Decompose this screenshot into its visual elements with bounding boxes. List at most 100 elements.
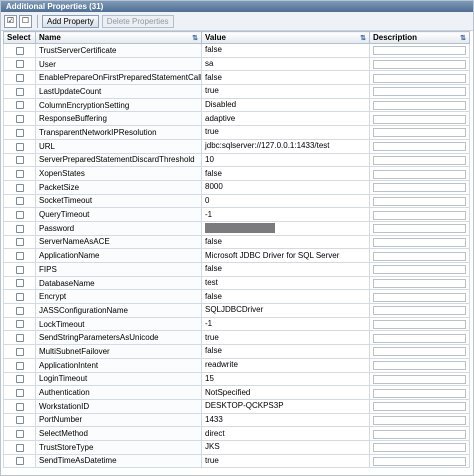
row-select-checkbox[interactable] [15,142,24,151]
property-name[interactable]: URL [35,138,202,154]
property-value[interactable]: false [205,264,366,274]
description-input[interactable] [373,224,466,234]
property-value[interactable]: 15 [205,374,366,384]
row-select-checkbox[interactable] [15,375,24,384]
property-name[interactable]: ApplicationIntent [35,357,202,373]
description-input[interactable] [373,333,466,343]
description-input[interactable] [373,169,466,179]
property-value[interactable]: false [205,346,366,356]
property-name[interactable]: ColumnEncryptionSetting [35,97,202,113]
row-select-checkbox[interactable] [15,347,24,356]
property-value[interactable]: jdbc:sqlserver://127.0.0.1:1433/test [205,141,366,151]
property-name[interactable]: PortNumber [35,412,202,428]
property-name[interactable]: SocketTimeout [35,193,202,209]
row-select-checkbox[interactable] [15,115,24,124]
property-value[interactable]: Disabled [205,100,366,110]
property-value[interactable]: -1 [205,319,366,329]
row-select-checkbox[interactable] [15,238,24,247]
row-select-checkbox[interactable] [15,60,24,69]
property-name[interactable]: WorkstationID [35,398,202,414]
property-name[interactable]: ServerPreparedStatementDiscardThreshold [35,152,202,168]
description-input[interactable] [373,155,466,165]
description-input[interactable] [373,128,466,138]
property-name[interactable]: LockTimeout [35,316,202,332]
property-name[interactable]: TrustStoreType [35,439,202,455]
property-value[interactable]: true [205,127,366,137]
property-name[interactable]: Password [35,220,202,236]
property-name[interactable]: Authentication [35,385,202,400]
description-input[interactable] [373,87,466,97]
description-input[interactable] [373,388,466,398]
property-value[interactable]: false [205,45,366,55]
row-select-checkbox[interactable] [15,156,24,165]
property-name[interactable]: SelectMethod [35,426,202,441]
column-header-name[interactable]: Name ⇅ [35,31,202,44]
row-select-checkbox[interactable] [15,457,24,466]
add-property-button[interactable]: Add Property [42,14,99,28]
deselect-all-icon[interactable]: ☐ [19,14,32,28]
row-select-checkbox[interactable] [15,197,24,206]
row-select-checkbox[interactable] [15,334,24,343]
row-select-checkbox[interactable] [15,169,24,178]
row-select-checkbox[interactable] [15,429,24,438]
row-select-checkbox[interactable] [15,87,24,96]
property-value[interactable]: readwrite [205,360,366,370]
description-input[interactable] [373,320,466,330]
property-name[interactable]: PacketSize [35,179,202,195]
description-input[interactable] [373,347,466,357]
property-name[interactable]: JASSConfigurationName [35,303,202,318]
description-input[interactable] [373,429,466,439]
description-input[interactable] [373,251,466,261]
delete-properties-button[interactable]: Delete Properties [101,14,174,28]
description-input[interactable] [373,306,466,316]
row-select-checkbox[interactable] [15,224,24,233]
property-value[interactable]: true [205,333,366,343]
description-input[interactable] [373,443,466,453]
property-value[interactable]: direct [205,429,366,439]
property-value[interactable]: -1 [205,210,366,220]
property-value[interactable]: sa [205,59,366,69]
row-select-checkbox[interactable] [15,361,24,370]
row-select-checkbox[interactable] [15,74,24,83]
property-value[interactable]: 10 [205,155,366,165]
property-value[interactable]: true [205,86,366,96]
property-name[interactable]: TransparentNetworkIPResolution [35,125,202,140]
property-value[interactable]: test [205,278,366,288]
property-value[interactable]: NotSpecified [205,388,366,398]
description-input[interactable] [373,402,466,412]
row-select-checkbox[interactable] [15,279,24,288]
row-select-checkbox[interactable] [15,388,24,397]
property-value[interactable]: JKS [205,442,366,452]
property-name[interactable]: User [35,56,202,72]
property-name[interactable]: ResponseBuffering [35,111,202,127]
property-name[interactable]: FIPS [35,262,202,277]
row-select-checkbox[interactable] [15,252,24,261]
property-value[interactable]: adaptive [205,114,366,124]
property-value[interactable]: SQLJDBCDriver [205,305,366,315]
row-select-checkbox[interactable] [15,128,24,137]
row-select-checkbox[interactable] [15,293,24,302]
row-select-checkbox[interactable] [15,402,24,411]
description-input[interactable] [373,265,466,275]
row-select-checkbox[interactable] [15,306,24,315]
description-input[interactable] [373,237,466,247]
description-input[interactable] [373,142,466,152]
description-input[interactable] [373,361,466,371]
property-value[interactable]: 1433 [205,415,366,425]
row-select-checkbox[interactable] [15,320,24,329]
row-select-checkbox[interactable] [15,416,24,425]
property-name[interactable]: EnablePrepareOnFirstPreparedStatementCal… [35,70,202,86]
description-input[interactable] [373,183,466,193]
property-name[interactable]: QueryTimeout [35,207,202,222]
property-value[interactable]: 0 [205,196,366,206]
row-select-checkbox[interactable] [15,265,24,274]
property-value[interactable]: false [205,292,366,302]
description-input[interactable] [373,46,466,56]
property-value[interactable]: false [205,73,366,83]
property-value[interactable]: 8000 [205,182,366,192]
property-value[interactable]: true [205,456,366,466]
property-name[interactable]: TrustServerCertificate [35,43,202,58]
column-header-description[interactable]: Description ⇅ [369,31,470,44]
description-input[interactable] [373,456,466,466]
property-name[interactable]: LastUpdateCount [35,84,202,99]
